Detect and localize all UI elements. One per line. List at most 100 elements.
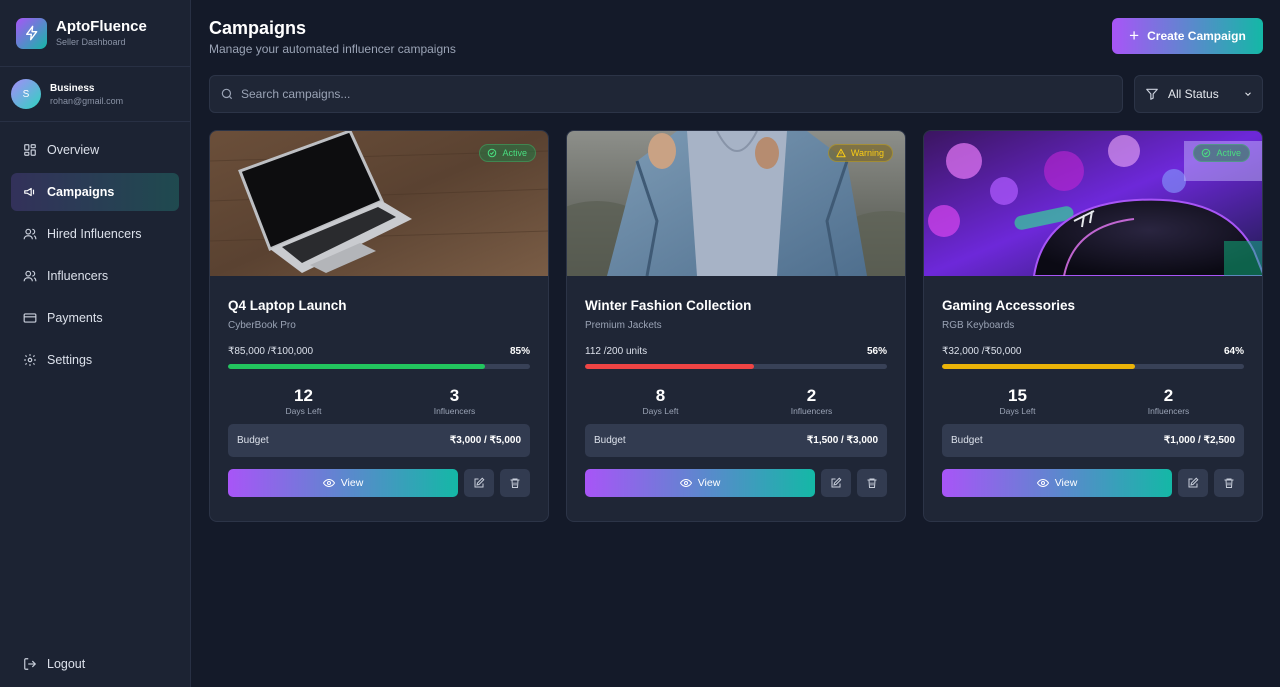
delete-button[interactable] xyxy=(500,469,530,497)
edit-icon xyxy=(474,477,485,488)
sidebar-item-label: Hired Influencers xyxy=(47,227,142,241)
campaign-card: Active Gaming Accessories RGB Keyboards … xyxy=(923,130,1263,522)
warning-icon xyxy=(836,148,846,158)
campaign-product: Premium Jackets xyxy=(585,320,662,331)
logout-icon xyxy=(24,658,37,670)
brand-subtitle: Seller Dashboard xyxy=(56,37,126,47)
status-filter-select[interactable]: All Status xyxy=(1134,75,1263,113)
campaign-image-laptop: Active xyxy=(210,131,548,276)
campaign-title: Q4 Laptop Launch xyxy=(228,298,347,313)
check-circle-icon xyxy=(488,148,497,158)
sidebar-item-payments[interactable]: Payments xyxy=(11,299,179,337)
campaign-card: Warning Winter Fashion Collection Premiu… xyxy=(566,130,906,522)
view-label: View xyxy=(340,477,364,489)
status-label: Active xyxy=(502,148,527,158)
user-email: rohan@gmail.com xyxy=(50,95,124,106)
influencers-count: 3 xyxy=(449,386,460,405)
days-left-value: 15 xyxy=(1008,386,1027,405)
user-name: Business xyxy=(50,82,95,94)
influencers-label: Influencers xyxy=(790,406,833,416)
logout-button[interactable]: Logout xyxy=(23,657,85,671)
delete-button[interactable] xyxy=(857,469,887,497)
trash-icon xyxy=(1224,478,1234,488)
progress-bar xyxy=(585,364,887,369)
brand-name: AptoFluence xyxy=(56,18,147,35)
megaphone-icon xyxy=(24,187,35,197)
campaign-product: CyberBook Pro xyxy=(228,320,296,331)
trash-icon xyxy=(510,478,520,488)
sidebar-item-hired-influencers[interactable]: Hired Influencers xyxy=(11,215,179,253)
progress-text: ₹32,000 /₹50,000 xyxy=(942,346,1022,357)
campaign-title: Gaming Accessories xyxy=(942,298,1076,313)
progress-text: 112 /200 units xyxy=(585,346,648,357)
search-bar xyxy=(209,75,1123,113)
view-button[interactable]: View xyxy=(585,469,815,497)
influencers-label: Influencers xyxy=(1147,406,1190,416)
edit-button[interactable] xyxy=(464,469,494,497)
sidebar-item-settings[interactable]: Settings xyxy=(11,341,179,379)
lightning-bolt-icon xyxy=(16,17,47,49)
status-label: Active xyxy=(1216,148,1241,158)
sidebar-item-label: Payments xyxy=(47,311,103,325)
sidebar-item-campaigns[interactable]: Campaigns xyxy=(11,173,179,211)
budget-label: Budget xyxy=(594,435,626,446)
campaign-product: RGB Keyboards xyxy=(942,320,1015,331)
logout-label: Logout xyxy=(47,657,86,671)
status-label: Warning xyxy=(850,148,884,158)
budget-row: Budget ₹1,000 / ₹2,500 xyxy=(942,424,1244,457)
page-title: Campaigns xyxy=(209,18,307,38)
days-left-value: 12 xyxy=(294,386,313,405)
days-left-label: Days Left xyxy=(285,406,322,416)
budget-row: Budget ₹3,000 / ₹5,000 xyxy=(228,424,530,457)
campaign-card: Active Q4 Laptop Launch CyberBook Pro ₹8… xyxy=(209,130,549,522)
progress-percent: 56% xyxy=(866,346,887,357)
search-icon xyxy=(221,88,233,100)
days-left-label: Days Left xyxy=(999,406,1036,416)
status-badge: Active xyxy=(479,144,536,162)
gear-icon xyxy=(24,354,36,366)
view-button[interactable]: View xyxy=(942,469,1172,497)
progress-text: ₹85,000 /₹100,000 xyxy=(228,346,314,357)
influencers-count: 2 xyxy=(806,386,817,405)
progress-percent: 64% xyxy=(1223,346,1244,357)
view-button[interactable]: View xyxy=(228,469,458,497)
status-badge: Warning xyxy=(827,144,893,162)
grid-icon xyxy=(24,144,36,156)
budget-amount: ₹1,000 / ₹2,500 xyxy=(1163,435,1235,446)
progress-fill xyxy=(585,364,755,369)
progress-fill xyxy=(228,364,485,369)
search-input[interactable] xyxy=(241,87,1101,101)
edit-button[interactable] xyxy=(1178,469,1208,497)
progress-bar xyxy=(942,364,1244,369)
budget-label: Budget xyxy=(951,435,983,446)
create-campaign-button[interactable]: + Create Campaign xyxy=(1112,18,1263,54)
users-icon xyxy=(23,270,37,282)
trash-icon xyxy=(867,478,877,488)
eye-icon xyxy=(322,478,335,488)
budget-row: Budget ₹1,500 / ₹3,000 xyxy=(585,424,887,457)
progress-fill xyxy=(942,364,1136,369)
avatar: S xyxy=(11,79,41,109)
create-campaign-label: Create Campaign xyxy=(1147,29,1246,43)
days-left-value: 8 xyxy=(655,386,666,405)
edit-icon xyxy=(831,477,842,488)
progress-percent: 85% xyxy=(509,346,530,357)
filter-icon xyxy=(1146,88,1158,100)
view-label: View xyxy=(1054,477,1078,489)
eye-icon xyxy=(1036,478,1049,488)
progress-bar xyxy=(228,364,530,369)
delete-button[interactable] xyxy=(1214,469,1244,497)
status-badge: Active xyxy=(1193,144,1250,162)
influencers-label: Influencers xyxy=(433,406,476,416)
brand: AptoFluence Seller Dashboard xyxy=(0,0,190,67)
edit-icon xyxy=(1188,477,1199,488)
days-left-label: Days Left xyxy=(642,406,679,416)
edit-button[interactable] xyxy=(821,469,851,497)
plus-icon: + xyxy=(1129,26,1140,45)
sidebar-item-overview[interactable]: Overview xyxy=(11,131,179,169)
check-circle-icon xyxy=(1202,148,1211,158)
status-filter-value: All Status xyxy=(1168,87,1219,101)
sidebar-item-label: Influencers xyxy=(47,269,109,283)
budget-label: Budget xyxy=(237,435,269,446)
sidebar-item-influencers[interactable]: Influencers xyxy=(11,257,179,295)
